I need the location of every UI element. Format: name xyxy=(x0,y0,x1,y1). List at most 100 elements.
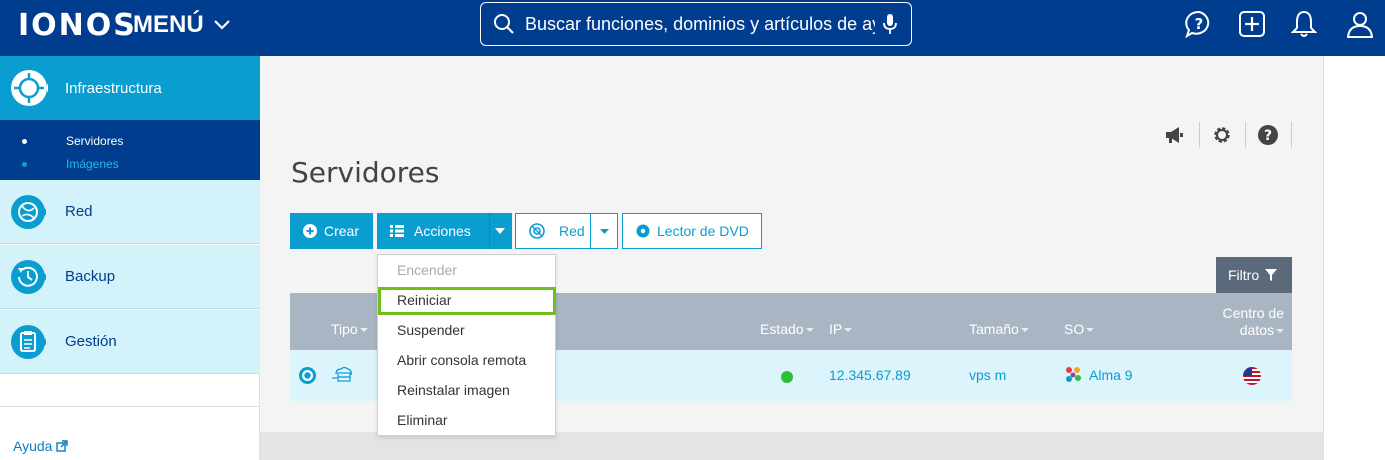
create-label: Crear xyxy=(324,223,360,239)
search-placeholder: Buscar funciones, dominios y artículos d… xyxy=(525,13,875,34)
sidebar-sub-label: Imágenes xyxy=(66,157,119,171)
highlight-box xyxy=(378,287,556,315)
caret-down-icon xyxy=(495,228,505,234)
external-link-icon xyxy=(56,440,69,452)
bell-icon[interactable] xyxy=(1289,9,1319,39)
column-label: datos xyxy=(1239,322,1274,338)
actions-label: Acciones xyxy=(414,223,471,239)
search-input[interactable]: Buscar funciones, dominios y artículos d… xyxy=(480,2,912,46)
network-button[interactable]: Red xyxy=(515,213,591,249)
sidebar-sub-label: Servidores xyxy=(66,134,124,148)
list-icon xyxy=(390,225,404,237)
toolbar-divider xyxy=(1245,122,1246,148)
button-split-divider xyxy=(489,213,490,249)
sidebar-label-backup: Backup xyxy=(65,268,116,285)
sidebar-sub-servidores[interactable]: Servidores xyxy=(0,130,260,152)
filter-button[interactable]: Filtro xyxy=(1216,257,1292,293)
sort-caret-icon xyxy=(844,328,853,333)
menu-label: MENÚ xyxy=(133,11,204,38)
sidebar-label-red: Red xyxy=(65,203,93,220)
sidebar-item-infraestructura[interactable]: Infraestructura xyxy=(0,56,260,120)
menu-item-abrir-consola[interactable]: Abrir consola remota xyxy=(378,345,555,375)
column-header-centro[interactable]: Centro de datos xyxy=(1216,305,1284,339)
clipboard-icon xyxy=(11,324,46,359)
actions-button[interactable]: Acciones xyxy=(377,213,512,249)
bullet-icon xyxy=(22,138,27,144)
column-header-tamano[interactable]: Tamaño xyxy=(969,321,1029,337)
dvd-reader-button[interactable]: Lector de DVD xyxy=(622,213,762,249)
sidebar: Infraestructura Servidores Imágenes Red … xyxy=(0,56,260,460)
sort-caret-icon xyxy=(1020,328,1029,333)
column-label: Centro de xyxy=(1222,305,1284,321)
filter-icon xyxy=(1265,269,1278,281)
dvd-label: Lector de DVD xyxy=(657,223,749,239)
create-button[interactable]: Crear xyxy=(290,213,373,249)
almalinux-logo-icon xyxy=(1066,367,1081,382)
sort-caret-icon xyxy=(805,328,814,333)
page-title: Servidores xyxy=(291,156,440,189)
megaphone-icon[interactable] xyxy=(1163,124,1185,146)
column-label: IP xyxy=(829,321,843,337)
help-circle-icon[interactable]: ? xyxy=(1257,124,1279,146)
column-header-ip[interactable]: IP xyxy=(829,321,853,337)
add-icon[interactable] xyxy=(1237,9,1267,39)
actions-dropdown-menu: Encender Reiniciar Suspender Abrir conso… xyxy=(377,254,556,436)
microphone-icon[interactable] xyxy=(881,13,899,35)
right-pane xyxy=(1323,56,1385,460)
backup-clock-icon xyxy=(11,259,46,294)
menu-item-suspender[interactable]: Suspender xyxy=(378,315,555,345)
sidebar-item-backup[interactable]: Backup xyxy=(0,245,260,309)
bullet-icon xyxy=(22,161,27,167)
svg-text:?: ? xyxy=(1195,15,1204,33)
menu-button[interactable]: MENÚ xyxy=(133,11,232,39)
us-flag-icon xyxy=(1243,367,1261,385)
menu-item-reinstalar[interactable]: Reinstalar imagen xyxy=(378,375,555,405)
status-online-indicator xyxy=(781,371,793,383)
column-label: Tipo xyxy=(331,321,358,337)
column-label: Estado xyxy=(760,321,804,337)
network-dropdown-button[interactable] xyxy=(590,213,618,249)
ionos-logo[interactable]: IONOS xyxy=(18,8,137,43)
search-icon xyxy=(494,14,514,34)
help-chat-icon[interactable]: ? xyxy=(1184,9,1214,39)
ip-address[interactable]: 12.345.67.89 xyxy=(829,367,911,383)
server-size: vps m xyxy=(969,367,1007,383)
filter-label: Filtro xyxy=(1228,267,1260,283)
column-header-so[interactable]: SO xyxy=(1064,321,1095,337)
radio-selected-icon[interactable] xyxy=(299,367,316,384)
sidebar-item-gestion[interactable]: Gestión xyxy=(0,310,260,374)
globe-icon xyxy=(11,194,46,229)
sidebar-label-infraestructura: Infraestructura xyxy=(65,79,162,97)
disc-icon xyxy=(636,224,650,238)
infrastructure-icon xyxy=(11,70,48,106)
sidebar-item-red[interactable]: Red xyxy=(0,180,260,244)
plus-circle-icon xyxy=(303,224,317,238)
sidebar-sub-imagenes[interactable]: Imágenes xyxy=(0,153,260,175)
column-header-estado[interactable]: Estado xyxy=(760,321,814,337)
main-footer-area xyxy=(260,432,1323,460)
os-name: Alma 9 xyxy=(1089,367,1133,383)
user-icon[interactable] xyxy=(1345,9,1375,39)
network-label: Red xyxy=(559,223,585,239)
sidebar-label-gestion: Gestión xyxy=(65,333,117,350)
sort-caret-icon xyxy=(1086,328,1095,333)
gear-icon[interactable] xyxy=(1211,124,1233,146)
menu-item-encender: Encender xyxy=(397,262,457,278)
svg-text:?: ? xyxy=(1264,128,1272,144)
top-bar: IONOS MENÚ Buscar funciones, dominios y … xyxy=(0,0,1385,56)
help-label: Ayuda xyxy=(13,438,53,454)
sort-caret-icon xyxy=(359,328,368,333)
column-label: SO xyxy=(1064,321,1085,337)
toolbar-divider xyxy=(1199,122,1200,148)
caret-down-icon xyxy=(599,228,609,234)
cloud-server-icon xyxy=(332,366,352,382)
sort-caret-icon xyxy=(1276,329,1284,334)
chevron-down-icon xyxy=(213,20,230,30)
sidebar-divider xyxy=(0,406,260,407)
network-icon xyxy=(529,223,545,239)
column-header-tipo[interactable]: Tipo xyxy=(331,321,368,337)
menu-item-eliminar[interactable]: Eliminar xyxy=(378,405,555,435)
help-link[interactable]: Ayuda xyxy=(13,438,69,454)
column-label: Tamaño xyxy=(969,321,1019,337)
toolbar-divider xyxy=(1291,122,1292,148)
